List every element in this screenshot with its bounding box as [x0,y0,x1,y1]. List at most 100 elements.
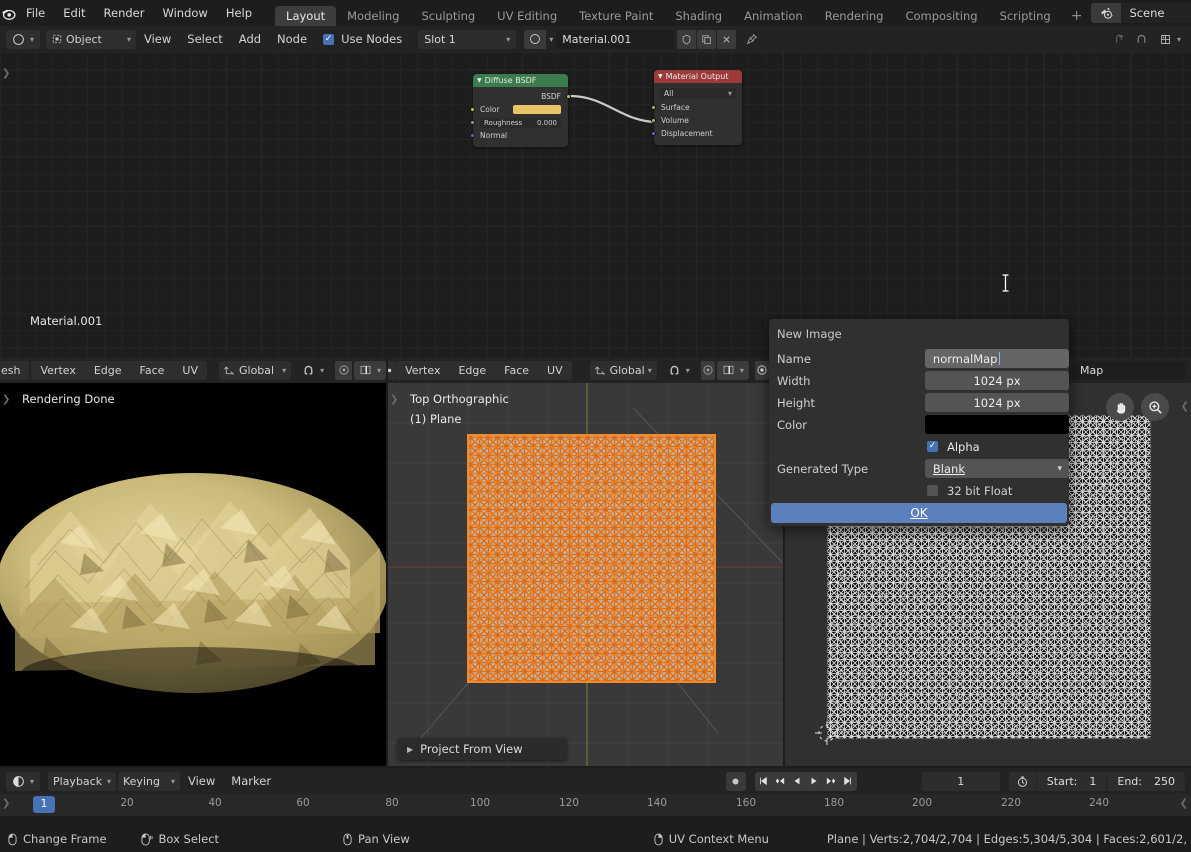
node-input-roughness[interactable]: Roughness 0.000 [470,116,568,129]
shader-menu-select[interactable]: Select [179,26,230,52]
socket-volume[interactable] [651,118,656,123]
socket-displacement[interactable] [651,131,656,136]
node-target-dropdown-row[interactable]: All ▾ [654,86,742,101]
scene-selector[interactable]: ▾ Scene [1091,3,1191,23]
menu-help[interactable]: Help [217,0,261,26]
generated-type-dropdown[interactable]: Blank ▾ [924,459,1069,478]
new-image-dialog[interactable]: New Image Name normalMap Width 1024 px H… [769,319,1069,526]
dialog-row-float[interactable]: 32 bit Float [769,482,1069,499]
node-material-output[interactable]: ▼ Material Output All ▾ Surface Volume D… [651,70,742,145]
workspace-tab-sculpting[interactable]: Sculpting [410,6,486,26]
jump-to-end-icon[interactable] [839,771,857,791]
timeline-sidebar-toggle-left[interactable]: ❯ [2,798,10,809]
workspace-tab-compositing[interactable]: Compositing [894,6,988,26]
overlays-selector[interactable]: ▾ [1154,30,1186,49]
menu-render[interactable]: Render [95,0,154,26]
mid-editor-type-icon[interactable] [388,360,397,380]
end-frame-field[interactable]: End: 250 [1107,772,1185,791]
triangle-right-icon[interactable]: ▶ [407,745,413,754]
left-proportional-edit-icon[interactable] [335,360,352,380]
image-height-input[interactable]: 1024 px [924,393,1069,412]
auto-key-timer-icon[interactable] [1009,771,1037,791]
timeline-scrubber[interactable]: 1 20 40 60 80 100 120 140 160 180 200 22… [0,794,1191,816]
render-target-dropdown[interactable]: All ▾ [660,88,736,99]
mid-transform-orientation[interactable]: Global ▾ [589,360,657,380]
hand-pan-icon[interactable] [1106,393,1134,421]
close-icon[interactable] [717,29,737,49]
uv-project-viewport[interactable]: ❯ Top Orthographic (1) Plane ▶ Project F… [388,383,783,766]
mid-shading-solid-icon[interactable] [754,360,769,380]
shader-menu-view[interactable]: View [136,26,179,52]
workspace-tab-uv-editing[interactable]: UV Editing [486,6,568,26]
shader-node-canvas[interactable]: ▼ Diffuse BSDF BSDF Color Roughness 0.00… [0,52,1191,357]
timeline-playhead[interactable]: 1 [33,796,55,813]
play-icon[interactable] [805,771,823,791]
workspace-tab-rendering[interactable]: Rendering [814,6,895,26]
magnifier-zoom-icon[interactable] [1141,393,1169,421]
node-input-color[interactable]: Color [470,103,568,116]
alpha-checkbox[interactable]: ✓ [927,441,938,452]
uv-editor-sidebar-toggle-right[interactable]: ❮ [1181,401,1189,412]
image-name-input[interactable]: normalMap [924,349,1069,368]
socket-normal[interactable] [470,133,475,138]
mid-select-mode-vertex[interactable]: Vertex [396,360,450,380]
color-swatch[interactable] [513,105,561,114]
left-select-mode-uv[interactable]: UV [173,360,207,380]
prev-keyframe-icon[interactable] [771,771,789,791]
left-transform-orientation[interactable]: Global ▾ [218,360,292,380]
shield-icon[interactable] [677,29,697,49]
snap-magnet-icon[interactable] [1132,30,1151,49]
operator-redo-panel[interactable]: ▶ Project From View [397,738,567,760]
material-name-field[interactable]: Material.001 [556,29,675,49]
socket-color[interactable] [470,107,475,112]
scene-name-field[interactable]: Scene [1121,3,1191,23]
shader-menu-node[interactable]: Node [269,26,315,52]
node-header[interactable]: ▼ Material Output [654,70,742,83]
timeline-menu-marker[interactable]: Marker [223,768,279,794]
menu-file[interactable]: File [17,0,54,26]
workspace-tab-texture-paint[interactable]: Texture Paint [568,6,664,26]
left-select-mode-edge[interactable]: Edge [84,360,131,380]
node-input-normal[interactable]: Normal [470,129,568,142]
roughness-slider[interactable]: Roughness 0.000 [480,117,561,128]
node-input-displacement[interactable]: Displacement [651,127,742,140]
render-viewport[interactable]: ❯ Rendering Done [0,383,386,766]
workspace-tab-modeling[interactable]: Modeling [336,6,410,26]
use-nodes-checkbox[interactable]: ✓ [323,33,335,45]
material-datablock-selector[interactable]: ▾ Material.001 [524,29,675,49]
timeline-menu-view[interactable]: View [180,768,223,794]
left-snap-selector[interactable]: ▾ [297,361,329,380]
dialog-row-alpha[interactable]: ✓ Alpha [769,438,1069,455]
blender-logo-icon[interactable] [0,0,17,26]
shader-menu-add[interactable]: Add [231,26,269,52]
socket-bsdf[interactable] [566,94,571,99]
mid-select-mode-uv[interactable]: UV [538,360,572,380]
mid-proportional-edit-icon[interactable] [700,360,715,380]
left-select-mode-vertex[interactable]: Vertex [31,360,85,380]
left-falloff-selector[interactable]: ▾ [353,360,386,380]
editor-type-selector[interactable]: ▾ [6,29,40,49]
material-slot-selector[interactable]: Slot 1 ▾ [418,29,517,49]
node-editor-sidebar-toggle-left[interactable]: ❯ [2,68,10,79]
workspace-tab-scripting[interactable]: Scripting [989,6,1062,26]
render-viewport-sidebar-toggle[interactable]: ❯ [2,394,10,405]
float32-checkbox[interactable] [927,485,938,496]
mid-select-mode-face[interactable]: Face [495,360,539,380]
add-workspace-button[interactable]: + [1062,6,1092,26]
node-diffuse-bsdf[interactable]: ▼ Diffuse BSDF BSDF Color Roughness 0.00… [470,74,571,147]
timeline-menu-playback[interactable]: Playback ▾ [48,771,116,791]
timeline-editor-type-selector[interactable]: ▾ [6,771,40,791]
use-nodes-toggle[interactable]: ✓ Use Nodes [323,32,402,46]
next-keyframe-icon[interactable] [822,771,840,791]
record-icon[interactable] [725,771,746,791]
node-header[interactable]: ▼ Diffuse BSDF [473,74,568,87]
shader-type-selector[interactable]: Object ▾ [46,29,136,49]
material-sphere-icon[interactable] [524,29,547,49]
play-reverse-icon[interactable] [788,771,806,791]
current-frame-field[interactable]: 1 [921,771,1000,791]
workspace-tab-layout[interactable]: Layout [275,6,337,26]
socket-surface[interactable] [651,105,656,110]
uv-project-viewport-sidebar-toggle[interactable]: ❯ [390,394,398,405]
triangle-down-icon[interactable]: ▼ [658,73,663,80]
selected-mesh-wireframe[interactable] [466,433,726,693]
